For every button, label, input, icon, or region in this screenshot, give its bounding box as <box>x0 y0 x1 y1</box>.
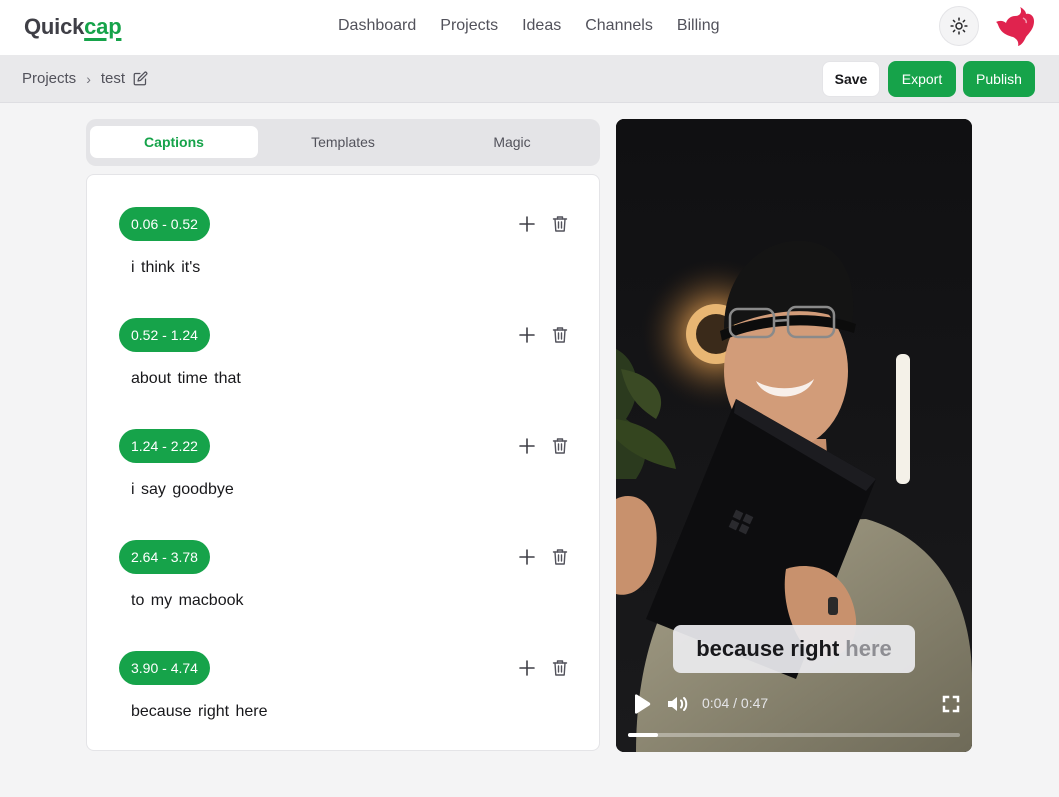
editor-tabs: Captions Templates Magic <box>86 119 600 166</box>
caption-item: 2.64 - 3.78 to my macbook <box>119 540 568 630</box>
pencil-square-icon[interactable] <box>133 71 148 86</box>
video-controls: 0:04 / 0:47 <box>616 689 972 749</box>
play-icon[interactable] <box>630 693 652 715</box>
nav-ideas[interactable]: Ideas <box>522 17 561 35</box>
caption-overlay: because right here <box>673 625 915 673</box>
caption-item: 0.52 - 1.24 about time that <box>119 318 568 408</box>
nav-projects[interactable]: Projects <box>440 17 498 35</box>
publish-button[interactable]: Publish <box>963 61 1035 97</box>
logo-accent: cap <box>84 14 122 39</box>
app-logo[interactable]: Quickcap <box>24 14 122 40</box>
caption-text[interactable]: because right here <box>131 703 268 721</box>
caption-item: 1.24 - 2.22 i say goodbye <box>119 429 568 519</box>
trash-icon[interactable] <box>552 659 568 677</box>
tab-magic[interactable]: Magic <box>428 126 596 158</box>
video-player[interactable]: because right here 0:04 / 0:47 <box>616 119 972 752</box>
caption-text[interactable]: to my macbook <box>131 592 243 610</box>
trash-icon[interactable] <box>552 548 568 566</box>
tab-templates[interactable]: Templates <box>259 126 427 158</box>
theme-toggle-button[interactable] <box>939 6 979 46</box>
top-navbar: Quickcap Dashboard Projects Ideas Channe… <box>0 0 1059 55</box>
save-button[interactable]: Save <box>822 61 880 97</box>
caption-item: 0.06 - 0.52 i think it's <box>119 207 568 297</box>
breadcrumb-separator: › <box>86 70 91 87</box>
plus-icon[interactable] <box>517 325 537 345</box>
captions-panel: 0.06 - 0.52 i think it's 0.52 - 1.24 abo… <box>86 174 600 751</box>
caption-time-badge[interactable]: 0.06 - 0.52 <box>119 207 210 241</box>
caption-time-badge[interactable]: 1.24 - 2.22 <box>119 429 210 463</box>
video-progress-fill <box>628 733 658 737</box>
caption-time-badge[interactable]: 3.90 - 4.74 <box>119 651 210 685</box>
nav-dashboard[interactable]: Dashboard <box>338 17 416 35</box>
plus-icon[interactable] <box>517 547 537 567</box>
trash-icon[interactable] <box>552 437 568 455</box>
breadcrumb-projects[interactable]: Projects <box>22 70 76 87</box>
plus-icon[interactable] <box>517 214 537 234</box>
sun-icon <box>950 17 968 35</box>
export-button[interactable]: Export <box>888 61 956 97</box>
logo-prefix: Quick <box>24 14 85 39</box>
fullscreen-icon[interactable] <box>942 695 960 713</box>
caption-overlay-upcoming: here <box>845 636 892 661</box>
video-progress-bar[interactable] <box>628 733 960 737</box>
nav-billing[interactable]: Billing <box>677 17 720 35</box>
main-nav: Dashboard Projects Ideas Channels Billin… <box>338 17 720 35</box>
caption-item: 3.90 - 4.74 because right here <box>119 651 568 741</box>
breadcrumb: Projects › test <box>22 70 148 87</box>
nav-channels[interactable]: Channels <box>585 17 653 35</box>
nestjs-logo-icon[interactable] <box>993 4 1037 48</box>
trash-icon[interactable] <box>552 326 568 344</box>
volume-icon[interactable] <box>666 693 690 715</box>
caption-text[interactable]: about time that <box>131 370 241 388</box>
caption-overlay-highlight: because right <box>696 636 840 661</box>
trash-icon[interactable] <box>552 215 568 233</box>
tab-captions[interactable]: Captions <box>90 126 258 158</box>
caption-time-badge[interactable]: 0.52 - 1.24 <box>119 318 210 352</box>
plus-icon[interactable] <box>517 658 537 678</box>
caption-text[interactable]: i say goodbye <box>131 481 234 499</box>
plus-icon[interactable] <box>517 436 537 456</box>
caption-text[interactable]: i think it's <box>131 259 200 277</box>
video-timecode: 0:04 / 0:47 <box>702 695 769 711</box>
caption-time-badge[interactable]: 2.64 - 3.78 <box>119 540 210 574</box>
breadcrumb-current: test <box>100 70 126 87</box>
